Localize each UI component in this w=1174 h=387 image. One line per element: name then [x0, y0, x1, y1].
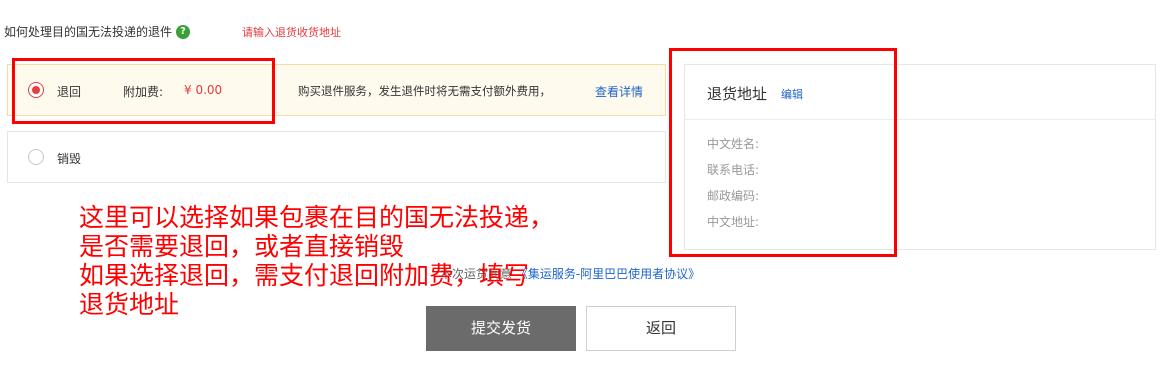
annotation-box-return-option [12, 58, 275, 124]
address-error-hint: 请输入退货收货地址 [242, 26, 341, 39]
view-details-link[interactable]: 查看详情 [595, 83, 643, 100]
annotation-text: 这里可以选择如果包裹在目的国无法投递， 是否需要退回，或者直接销毁 如果选择退回… [79, 203, 555, 319]
annotation-box-address [669, 48, 897, 257]
help-icon[interactable]: ? [176, 24, 191, 39]
return-question: 如何处理目的国无法投递的退件? [4, 23, 191, 40]
question-label: 如何处理目的国无法投递的退件 [4, 25, 173, 39]
option-destroy-label: 销毁 [57, 152, 82, 166]
radio-destroy[interactable] [28, 149, 44, 165]
return-handling-page: 如何处理目的国无法投递的退件? 请输入退货收货地址 退回 附加费: ¥ 0.00… [0, 0, 1174, 387]
back-button[interactable]: 返回 [586, 306, 736, 351]
option-destroy[interactable]: 销毁 [7, 131, 666, 183]
submit-shipment-button[interactable]: 提交发货 [426, 306, 576, 351]
return-service-text: 购买退件服务，发生退件时将无需支付额外费用， [298, 84, 551, 98]
